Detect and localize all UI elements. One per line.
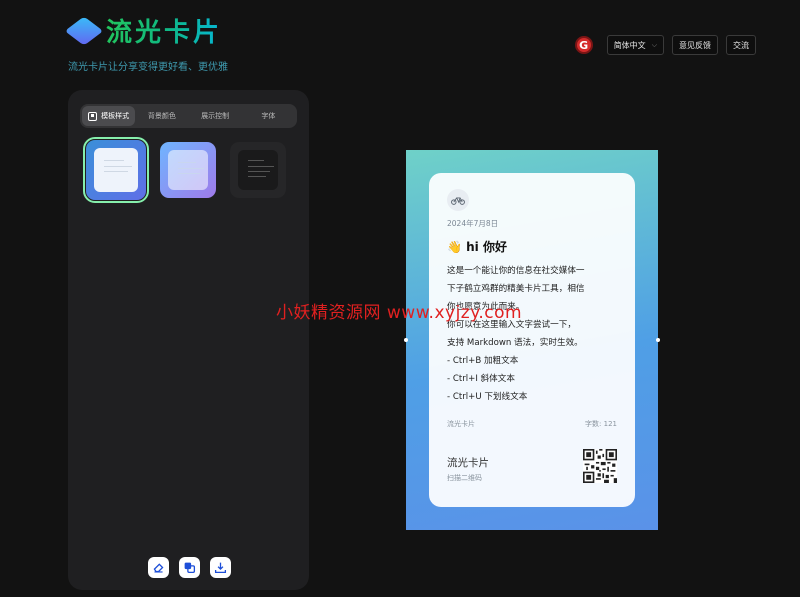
round-g-icon[interactable]: G: [574, 36, 593, 54]
eraser-button[interactable]: [148, 557, 169, 578]
tab-display-control[interactable]: 展示控制: [189, 106, 242, 126]
brand: 流光卡片: [64, 12, 222, 49]
content-card: 2024年7月8日 👋 hi 你好 这是一个能让你的信息在社交媒体一 下子鹤立鸡…: [429, 173, 635, 507]
language-select[interactable]: 简体中文 ⌵: [606, 35, 664, 55]
tagline: 流光卡片让分享变得更好看、更优雅: [68, 62, 228, 73]
qr-code: [583, 449, 617, 483]
card-preview[interactable]: 2024年7月8日 👋 hi 你好 这是一个能让你的信息在社交媒体一 下子鹤立鸡…: [404, 150, 660, 530]
panel-actions: [148, 557, 231, 578]
copy-icon: [184, 562, 196, 574]
watermark: 小妖精资源网 www.xyjzy.com: [276, 303, 523, 323]
app-title: 流光卡片: [106, 12, 222, 49]
template-icon: [88, 111, 98, 121]
tab-label: 展示控制: [201, 112, 230, 120]
language-label: 简体中文: [613, 40, 646, 50]
card-title-text: hi 你好: [466, 240, 507, 254]
bicycle-icon: [447, 189, 469, 211]
logo-icon: [64, 15, 104, 47]
tab-label: 背景颜色: [147, 112, 176, 120]
tab-label: 模板样式: [101, 112, 130, 120]
template-option-glass[interactable]: [160, 142, 216, 198]
card-footer-scan: 扫描二维码: [447, 474, 482, 482]
template-option-light[interactable]: [83, 137, 149, 203]
card-body-line: - Ctrl+B 加粗文本: [447, 356, 519, 366]
wave-emoji: 👋: [447, 240, 462, 254]
copy-button[interactable]: [179, 557, 200, 578]
card-date: 2024年7月8日: [447, 219, 499, 228]
tab-label: 字体: [261, 112, 276, 120]
template-option-dark[interactable]: [230, 142, 286, 198]
download-button[interactable]: [210, 557, 231, 578]
download-icon: [214, 562, 227, 574]
resize-handle-right[interactable]: [656, 338, 660, 342]
card-author: 流光卡片: [447, 420, 475, 428]
card-body[interactable]: 这是一个能让你的信息在社交媒体一 下子鹤立鸡群的精美卡片工具，相信 你也愿意为此…: [447, 262, 627, 406]
word-count: 字数: 121: [585, 420, 617, 428]
resize-handle-left[interactable]: [404, 338, 408, 342]
discuss-button[interactable]: 交流: [726, 35, 756, 55]
top-bar: G 简体中文 ⌵ 意见反馈 交流: [574, 35, 756, 55]
card-body-line: 这是一个能让你的信息在社交媒体一: [447, 266, 585, 276]
card-title: 👋 hi 你好: [447, 238, 507, 255]
card-body-line: 支持 Markdown 语法，实时生效。: [447, 338, 583, 348]
tab-background-color[interactable]: 背景颜色: [135, 106, 188, 126]
feedback-button[interactable]: 意见反馈: [672, 35, 718, 55]
template-list: [83, 137, 286, 203]
eraser-icon: [153, 563, 164, 573]
tab-bar: 模板样式 背景颜色 展示控制 字体: [80, 104, 297, 128]
tab-template-style[interactable]: 模板样式: [82, 106, 136, 126]
card-footer-brand: 流光卡片: [447, 457, 489, 469]
card-body-line: - Ctrl+I 斜体文本: [447, 374, 515, 384]
control-panel: 模板样式 背景颜色 展示控制 字体: [68, 90, 309, 590]
chevron-down-icon: ⌵: [651, 40, 657, 49]
card-body-line: - Ctrl+U 下划线文本: [447, 392, 528, 402]
card-body-line: 下子鹤立鸡群的精美卡片工具，相信: [447, 284, 585, 294]
tab-font[interactable]: 字体: [242, 106, 295, 126]
